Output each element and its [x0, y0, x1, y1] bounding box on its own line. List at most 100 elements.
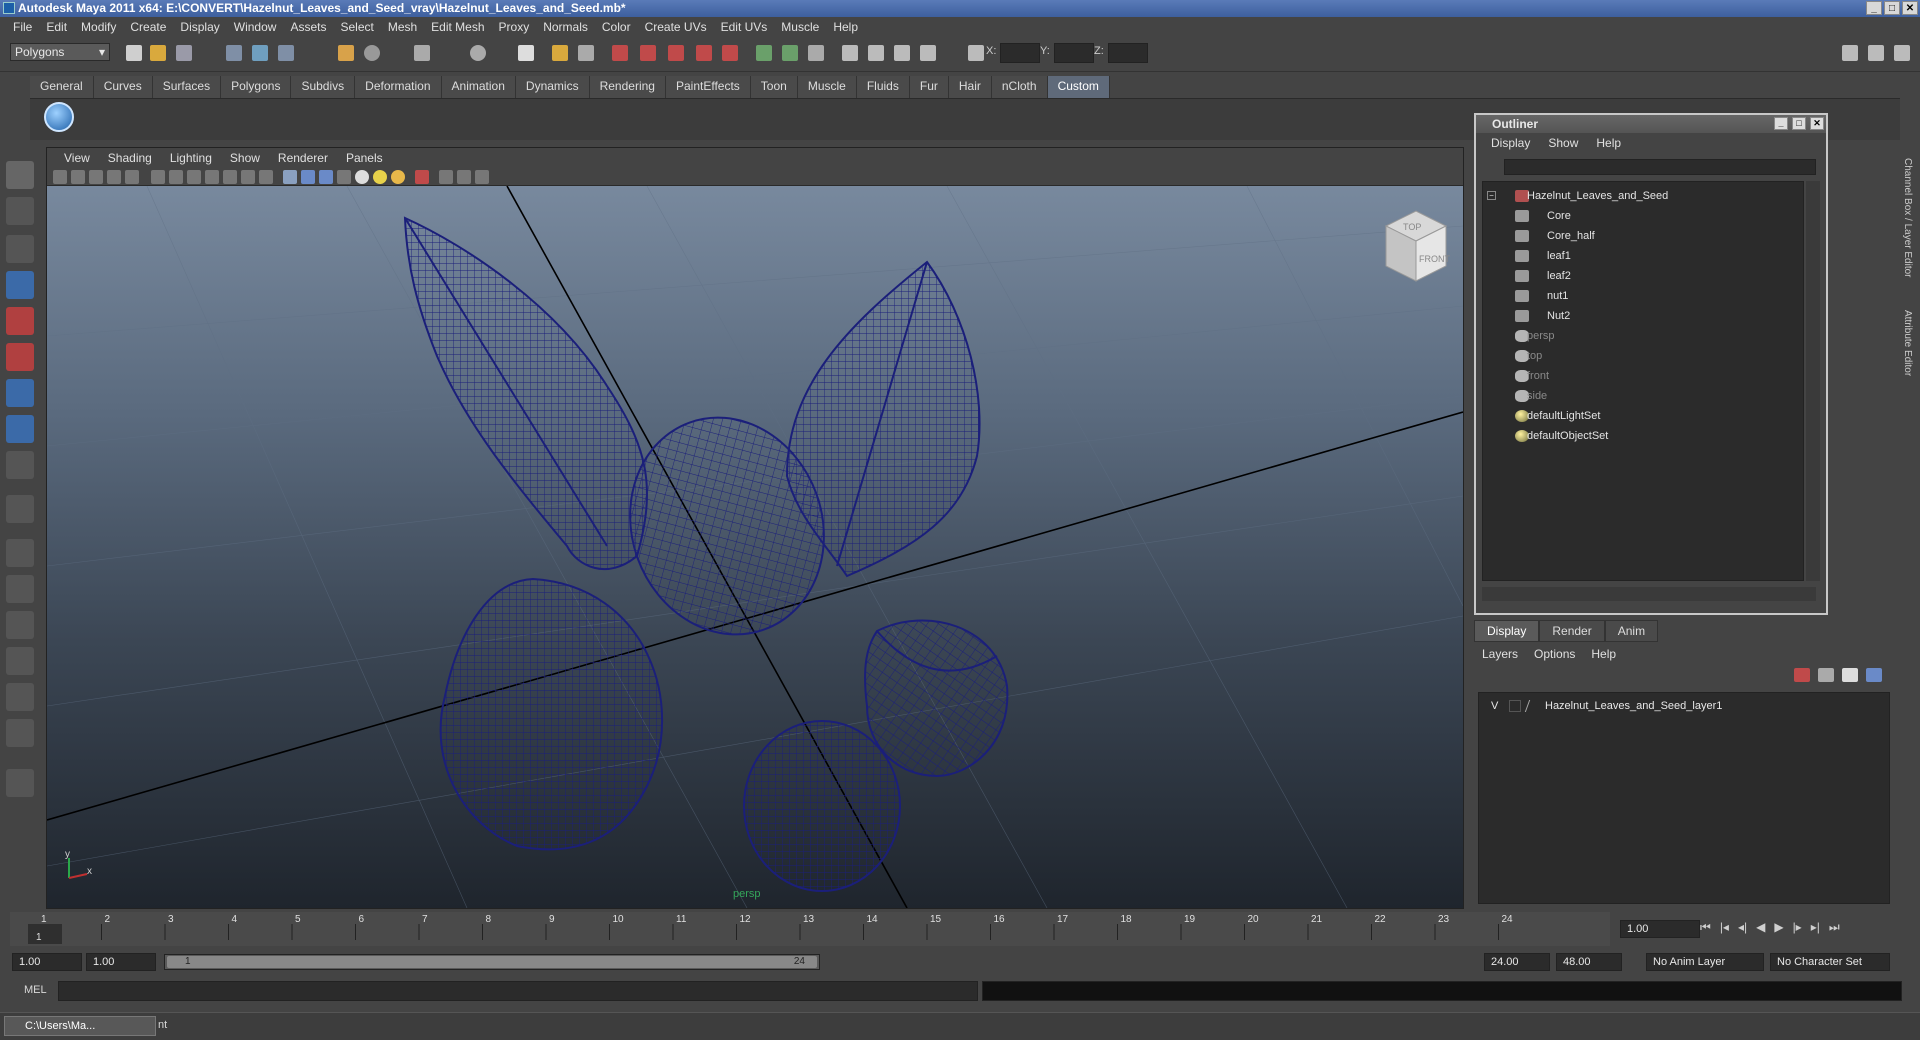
layer-move-up-icon[interactable] [1842, 668, 1858, 682]
layer-name[interactable]: Hazelnut_Leaves_and_Seed_layer1 [1545, 697, 1722, 715]
outliner-maximize-button[interactable]: □ [1792, 117, 1806, 130]
go-to-end-icon[interactable]: ⏭ [1829, 920, 1840, 935]
xray-joints-icon[interactable] [457, 170, 471, 184]
shelf-tab-fur[interactable]: Fur [909, 76, 949, 98]
menu-edit-uvs[interactable]: Edit UVs [714, 20, 775, 34]
new-layer-selected-icon[interactable] [1794, 668, 1810, 682]
layer-visibility-toggle[interactable]: V [1491, 697, 1498, 715]
absolute-transform-icon[interactable] [968, 45, 984, 61]
step-back-key-icon[interactable]: |◂ [1720, 920, 1729, 935]
custom-shelf-checkmark-icon[interactable] [44, 102, 74, 132]
menu-file[interactable]: File [6, 20, 39, 34]
collapse-toggle-icon[interactable]: − [1487, 191, 1496, 200]
outliner-search-input[interactable] [1504, 159, 1816, 175]
open-scene-icon[interactable] [150, 45, 166, 61]
wireframe-icon[interactable] [283, 170, 297, 184]
toggle-panel-icon[interactable] [868, 45, 884, 61]
rotate-tool-icon[interactable] [6, 307, 34, 335]
outliner-item[interactable]: defaultLightSet [1483, 406, 1803, 426]
outliner-close-button[interactable]: ✕ [1810, 117, 1824, 130]
help-icon[interactable] [518, 45, 534, 61]
character-set-dropdown[interactable]: No Character Set [1770, 953, 1890, 971]
anim-layer-dropdown[interactable]: No Anim Layer [1646, 953, 1764, 971]
mel-input[interactable] [58, 981, 978, 1001]
render-settings-icon[interactable] [668, 45, 684, 61]
shelf-tab-curves[interactable]: Curves [93, 76, 153, 98]
paint-effects-icon[interactable] [6, 769, 34, 797]
shelf-tab-general[interactable]: General [30, 76, 94, 98]
outliner-item[interactable]: Core [1483, 206, 1803, 226]
hypershade-icon[interactable] [696, 45, 712, 61]
outliner-item[interactable]: persp [1483, 326, 1803, 346]
go-to-start-icon[interactable]: ⏮ [1700, 920, 1711, 935]
play-backwards-icon[interactable]: ◀ [1756, 920, 1765, 935]
menu-proxy[interactable]: Proxy [492, 20, 537, 34]
select-component-icon[interactable] [278, 45, 294, 61]
viewport-menu-show[interactable]: Show [221, 151, 269, 165]
outliner-menu-show[interactable]: Show [1539, 135, 1587, 153]
two-d-pan-icon[interactable] [125, 170, 139, 184]
select-camera-icon[interactable] [53, 170, 67, 184]
last-tool-icon[interactable] [6, 495, 34, 523]
nut2-wireframe[interactable] [743, 720, 901, 892]
current-time-field[interactable]: 1.00 [1620, 920, 1700, 938]
viewport-persp[interactable]: View Shading Lighting Show Renderer Panels [46, 147, 1464, 909]
hypershade-layout-icon[interactable] [6, 683, 34, 711]
field-chart-icon[interactable] [223, 170, 237, 184]
scene-canvas[interactable] [47, 186, 1463, 908]
single-pane-layout-icon[interactable] [6, 539, 34, 567]
shelf-tab-subdivs[interactable]: Subdivs [291, 76, 356, 98]
show-channel-box-icon[interactable] [1894, 45, 1910, 61]
lasso-tool-icon[interactable] [6, 197, 34, 225]
menu-assets[interactable]: Assets [283, 20, 333, 34]
x-field[interactable] [1000, 43, 1040, 63]
minimize-button[interactable]: _ [1866, 1, 1882, 15]
z-field[interactable] [1108, 43, 1148, 63]
outliner-item[interactable]: side [1483, 386, 1803, 406]
gate-mask-icon[interactable] [205, 170, 219, 184]
layer-menu-layers[interactable]: Layers [1474, 646, 1526, 662]
outliner-menu-display[interactable]: Display [1482, 135, 1539, 153]
render-frame-icon[interactable] [612, 45, 628, 61]
menu-help[interactable]: Help [826, 20, 865, 34]
snap-curve-icon[interactable] [414, 45, 430, 61]
maximize-button[interactable]: □ [1884, 1, 1900, 15]
sidebar-toggle-icon[interactable] [808, 45, 824, 61]
select-tool-icon[interactable] [6, 161, 34, 189]
shelf-tab-rendering[interactable]: Rendering [589, 76, 666, 98]
select-hierarchy-icon[interactable] [226, 45, 242, 61]
core-half-wireframe[interactable] [864, 619, 1009, 778]
layer-menu-help[interactable]: Help [1583, 646, 1624, 662]
toggle-outliner-icon[interactable] [920, 45, 936, 61]
shelf-tab-painteffects[interactable]: PaintEffects [665, 76, 751, 98]
shelf-tab-ncloth[interactable]: nCloth [991, 76, 1048, 98]
step-forward-frame-icon[interactable]: |▸ [1793, 920, 1802, 935]
image-plane-icon[interactable] [107, 170, 121, 184]
mode-dropdown[interactable]: Polygons [10, 43, 110, 61]
construction-history-icon[interactable] [578, 45, 594, 61]
isolate-select-icon[interactable] [415, 170, 429, 184]
outliner-item[interactable]: defaultObjectSet [1483, 426, 1803, 446]
grid-icon[interactable] [151, 170, 165, 184]
paint-select-tool-icon[interactable] [6, 235, 34, 263]
wireframe-on-shaded-icon[interactable] [319, 170, 333, 184]
range-slider-handle[interactable]: 1 24 [167, 956, 817, 968]
snap-view-icon[interactable] [470, 45, 486, 61]
viewport-menu-shading[interactable]: Shading [99, 151, 161, 165]
outliner-item[interactable]: leaf2 [1483, 266, 1803, 286]
layer-menu-options[interactable]: Options [1526, 646, 1583, 662]
menu-muscle[interactable]: Muscle [774, 20, 826, 34]
shelf-tab-animation[interactable]: Animation [441, 76, 516, 98]
time-slider[interactable]: 1 2 3 4 5 6 7 8 9 10 11 12 13 14 15 16 17 18 19 20 21 22 23 24 1 [10, 912, 1610, 946]
viewport-menu-lighting[interactable]: Lighting [161, 151, 221, 165]
smooth-shade-icon[interactable] [301, 170, 315, 184]
layer-tab-render[interactable]: Render [1539, 620, 1605, 642]
input-line-mode-icon[interactable] [782, 45, 798, 61]
menu-normals[interactable]: Normals [536, 20, 595, 34]
outliner-menu-help[interactable]: Help [1587, 135, 1630, 153]
default-light-icon[interactable] [355, 170, 369, 184]
outliner-item[interactable]: Nut2 [1483, 306, 1803, 326]
play-forwards-icon[interactable]: ▶ [1774, 920, 1783, 935]
new-layer-icon[interactable] [1818, 668, 1834, 682]
soft-mod-tool-icon[interactable] [6, 415, 34, 443]
